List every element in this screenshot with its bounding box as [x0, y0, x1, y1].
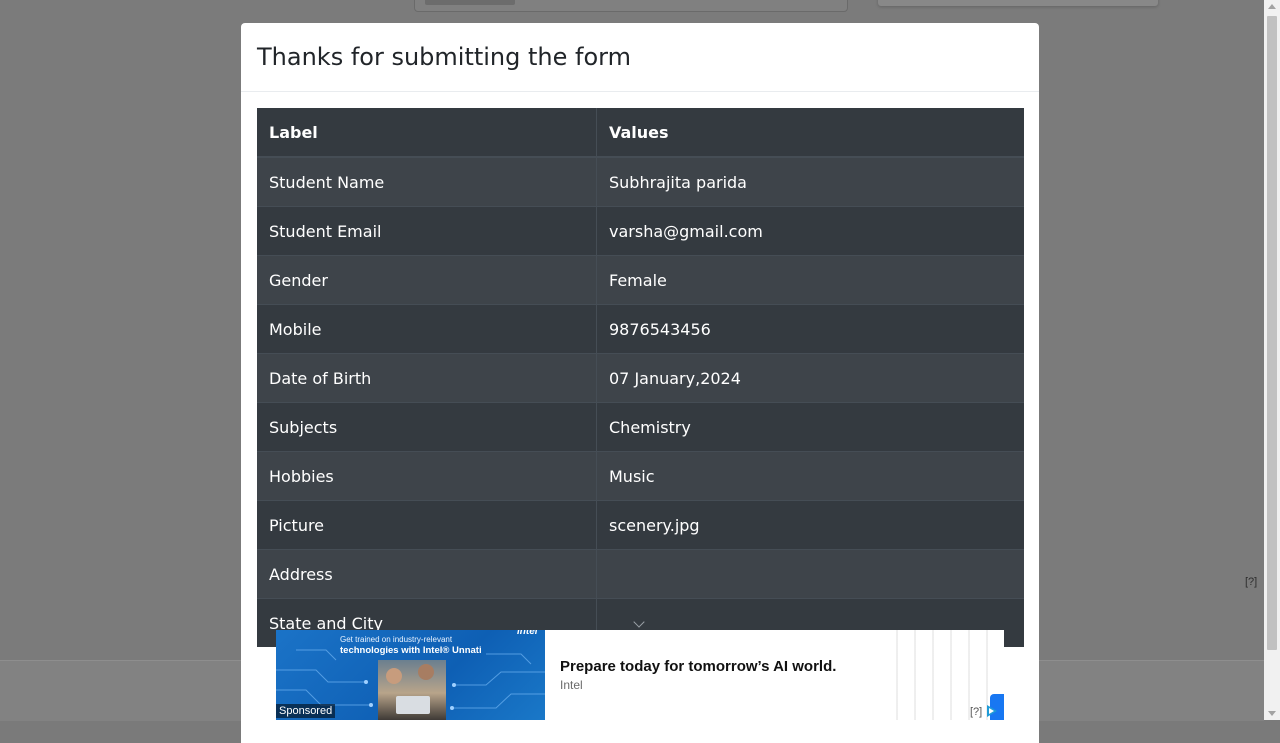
table-row: Student Name Subhrajita parida — [257, 156, 1024, 207]
table-row: Gender Female — [257, 255, 1024, 305]
table-header-row: Label Values — [257, 108, 1024, 158]
person-icon — [386, 668, 402, 684]
table-row: Hobbies Music — [257, 451, 1024, 501]
ad-photo — [378, 660, 446, 720]
adchoices-inner-icon — [989, 708, 994, 714]
background-card — [878, 0, 1158, 6]
submission-table: Label Values Student Name Subhrajita par… — [257, 108, 1024, 647]
row-value: scenery.jpg — [596, 500, 1024, 550]
column-header-values: Values — [596, 108, 1024, 158]
background-input-chip — [425, 0, 515, 5]
row-label: Gender — [257, 255, 597, 305]
table-row: Student Email varsha@gmail.com — [257, 206, 1024, 256]
ad-image-text-line2: technologies with Intel® Unnati — [340, 645, 482, 656]
row-label: Hobbies — [257, 451, 597, 501]
table-row: Address — [257, 549, 1024, 599]
ad-advertiser: Intel — [560, 678, 583, 692]
row-label: Picture — [257, 500, 597, 550]
sponsored-label: Sponsored — [276, 704, 336, 718]
background-help-marker: [?] — [1245, 576, 1258, 588]
row-value: 07 January,2024 — [596, 353, 1024, 403]
row-label: Mobile — [257, 304, 597, 354]
table-row: Mobile 9876543456 — [257, 304, 1024, 354]
chevron-down-icon — [633, 615, 645, 628]
row-value: Subhrajita parida — [596, 156, 1024, 207]
column-header-label: Label — [257, 108, 597, 158]
row-value — [596, 549, 1024, 599]
modal-title: Thanks for submitting the form — [257, 43, 631, 71]
table-row: Picture scenery.jpg — [257, 500, 1024, 550]
ad-help-link[interactable]: [?] — [970, 706, 982, 718]
intel-logo: intel — [517, 630, 538, 637]
row-label: Date of Birth — [257, 353, 597, 403]
row-value: varsha@gmail.com — [596, 206, 1024, 256]
ad-headline[interactable]: Prepare today for tomorrow’s AI world. — [560, 658, 836, 675]
row-label: Student Email — [257, 206, 597, 256]
row-label: Address — [257, 549, 597, 599]
laptop-icon — [396, 696, 430, 714]
ad-image[interactable]: intel Get trained on industry-relevant t… — [276, 630, 545, 720]
row-value: Female — [596, 255, 1024, 305]
scroll-down-arrow-icon[interactable] — [1268, 711, 1276, 716]
page-scrollbar[interactable] — [1264, 0, 1280, 720]
scrollbar-thumb[interactable] — [1267, 16, 1277, 650]
row-value: Chemistry — [596, 402, 1024, 452]
modal-header-divider — [241, 91, 1039, 92]
row-label: Subjects — [257, 402, 597, 452]
row-label: Student Name — [257, 156, 597, 207]
row-value: 9876543456 — [596, 304, 1024, 354]
scroll-up-arrow-icon[interactable] — [1268, 4, 1276, 9]
person-icon — [418, 664, 434, 680]
ad-image-text-line1: Get trained on industry-relevant — [340, 635, 453, 644]
row-value: Music — [596, 451, 1024, 501]
sponsored-ad-banner[interactable]: intel Get trained on industry-relevant t… — [276, 630, 1004, 720]
table-row: Subjects Chemistry — [257, 402, 1024, 452]
table-row: Date of Birth 07 January,2024 — [257, 353, 1024, 403]
